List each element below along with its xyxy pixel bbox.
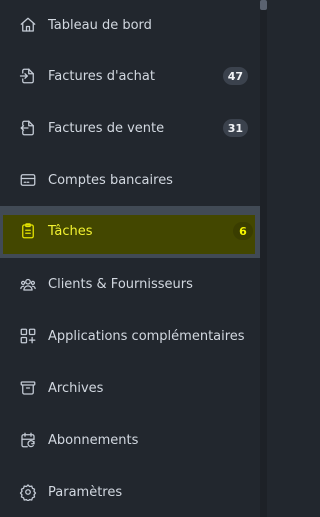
scrollbar-thumb[interactable] <box>260 0 267 10</box>
sidebar: Tableau de bord Factures d'achat 47 Fact… <box>0 0 267 517</box>
sidebar-item-tasks[interactable]: Tâches 6 <box>0 206 260 258</box>
sidebar-item-label: Factures d'achat <box>48 68 155 84</box>
sidebar-item-label: Factures de vente <box>48 120 165 136</box>
clipboard-icon <box>19 222 37 240</box>
count-badge: 47 <box>222 67 248 85</box>
sidebar-item-apps[interactable]: Applications complémentaires <box>0 310 260 362</box>
users-icon <box>19 275 37 293</box>
sidebar-item-settings[interactable]: Paramètres <box>0 466 260 517</box>
sidebar-item-label: Applications complémentaires <box>48 328 245 344</box>
count-badge: 31 <box>222 119 248 137</box>
sidebar-item-label: Comptes bancaires <box>48 172 173 188</box>
sidebar-nav: Tableau de bord Factures d'achat 47 Fact… <box>0 0 260 517</box>
sidebar-item-archives[interactable]: Archives <box>0 362 260 414</box>
calendar-repeat-icon <box>19 431 37 449</box>
invoice-in-icon <box>19 67 37 85</box>
invoice-out-icon <box>19 119 37 137</box>
sidebar-item-label: Tâches <box>48 223 93 239</box>
sidebar-item-tasks-inner: Tâches 6 <box>0 222 260 240</box>
apps-plus-icon <box>19 327 37 345</box>
scrollbar[interactable] <box>260 0 267 517</box>
sidebar-item-label: Tableau de bord <box>48 17 152 33</box>
sidebar-item-purchase-invoices[interactable]: Factures d'achat 47 <box>0 50 260 102</box>
sidebar-item-label: Archives <box>48 380 104 396</box>
archive-icon <box>19 379 37 397</box>
count-badge: 6 <box>233 222 253 240</box>
sidebar-item-dashboard[interactable]: Tableau de bord <box>0 0 260 50</box>
sidebar-item-label: Paramètres <box>48 484 123 500</box>
sidebar-item-label: Clients & Fournisseurs <box>48 276 193 292</box>
home-icon <box>19 16 37 34</box>
sidebar-item-contacts[interactable]: Clients & Fournisseurs <box>0 258 260 310</box>
sidebar-item-bank-accounts[interactable]: Comptes bancaires <box>0 154 260 206</box>
gear-icon <box>19 483 37 501</box>
sidebar-item-sales-invoices[interactable]: Factures de vente 31 <box>0 102 260 154</box>
credit-card-icon <box>19 171 37 189</box>
sidebar-item-subscriptions[interactable]: Abonnements <box>0 414 260 466</box>
sidebar-item-label: Abonnements <box>48 432 139 448</box>
